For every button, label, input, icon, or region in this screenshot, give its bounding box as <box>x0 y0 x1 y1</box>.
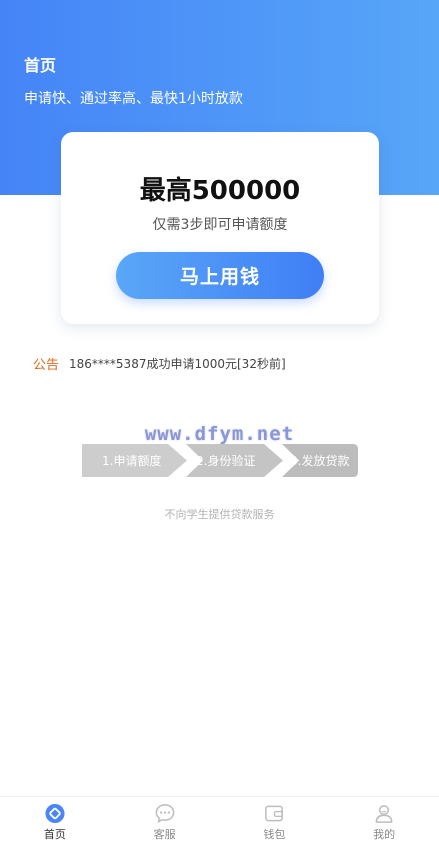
tab-home-label: 首页 <box>43 828 66 841</box>
notice-bar: 公告 186****5387成功申请1000元[32秒前] <box>33 354 286 373</box>
tab-profile[interactable]: 我的 <box>329 797 439 842</box>
tab-home[interactable]: 首页 <box>0 797 110 842</box>
step-1-label: 1.申请额度 <box>102 454 162 468</box>
use-money-button[interactable]: 马上用钱 <box>116 252 324 299</box>
page-subtitle: 申请快、通过率高、最快1小时放款 <box>24 91 243 107</box>
step-2-label: 2.身份验证 <box>196 454 256 468</box>
max-amount: 最高500000 <box>139 176 301 206</box>
tab-service-label: 客服 <box>153 828 176 841</box>
tab-wallet-label: 钱包 <box>263 828 286 841</box>
chat-bubble-icon <box>155 804 174 823</box>
amount-note: 仅需3步即可申请额度 <box>152 217 288 233</box>
page-title: 首页 <box>24 56 57 75</box>
notice-text: 186****5387成功申请1000元[32秒前] <box>69 356 286 371</box>
home-page: 首页 申请快、通过率高、最快1小时放款 最高500000 仅需3步即可申请额度 … <box>0 0 439 842</box>
step-3-label: 3.发放贷款 <box>290 454 350 468</box>
tab-service[interactable]: 客服 <box>110 797 220 842</box>
loan-card: 最高500000 仅需3步即可申请额度 马上用钱 <box>61 132 379 324</box>
notice-tag: 公告 <box>33 357 60 373</box>
user-icon <box>375 805 393 823</box>
wallet-icon <box>265 805 284 822</box>
tab-bar: 首页 客服 钱包 我的 <box>0 796 439 842</box>
tab-wallet[interactable]: 钱包 <box>220 797 330 842</box>
disclaimer: 不向学生提供贷款服务 <box>164 508 275 521</box>
watermark: www.dfym.net <box>144 423 295 445</box>
home-diamond-icon <box>45 803 65 824</box>
steps-process: 1.申请额度 2.身份验证 3.发放贷款 <box>82 444 358 477</box>
tab-profile-label: 我的 <box>373 828 396 841</box>
